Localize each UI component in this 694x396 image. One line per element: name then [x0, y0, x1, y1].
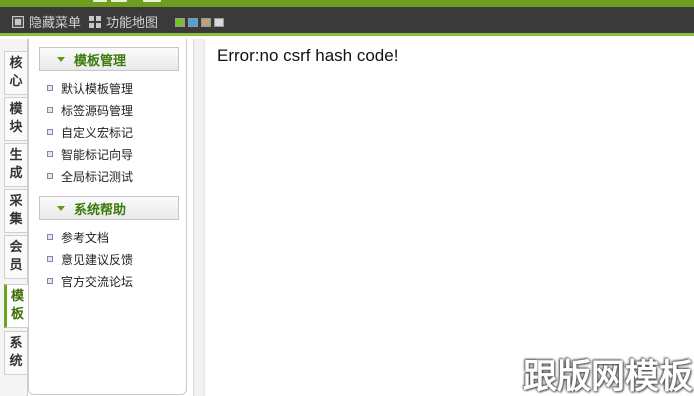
- skin-swatch-gray[interactable]: [214, 18, 224, 27]
- tab-generate-char1: 生: [9, 148, 23, 163]
- top-strip: [0, 0, 694, 7]
- bullet-icon: [47, 129, 53, 135]
- menu-item-label: 自定义宏标记: [61, 125, 134, 140]
- tab-modules[interactable]: 模 块: [4, 97, 27, 141]
- skin-swatch-green[interactable]: [175, 18, 185, 27]
- section-header-template-management[interactable]: 模板管理: [39, 47, 179, 71]
- tab-system-char2: 统: [9, 354, 23, 369]
- error-message: Error:no csrf hash code!: [217, 46, 399, 65]
- menu-item-label: 官方交流论坛: [61, 274, 134, 289]
- tab-members-char2: 员: [9, 258, 23, 273]
- tab-collect-char1: 采: [9, 194, 23, 209]
- tab-system-char1: 系: [9, 336, 23, 351]
- menu-item-tag-source[interactable]: 标签源码管理: [47, 100, 133, 120]
- menu-item-label: 全局标记测试: [61, 169, 134, 184]
- bullet-icon: [47, 107, 53, 113]
- sitemap-grid-icon: [89, 15, 101, 28]
- tab-members[interactable]: 会 员: [4, 235, 27, 279]
- tab-collect-char2: 集: [9, 212, 23, 227]
- tab-members-char1: 会: [9, 240, 23, 255]
- panel-splitter[interactable]: [193, 39, 205, 396]
- hide-menu-icon: [12, 15, 24, 28]
- vertical-tab-bar: 核 心 模 块 生 成 采 集 会 员 模 板 系 统: [0, 39, 28, 396]
- watermark-logo: 跟版网模板: [523, 357, 693, 396]
- menu-item-global-tag-test[interactable]: 全局标记测试: [47, 166, 133, 186]
- menu-item-label: 参考文档: [61, 230, 110, 245]
- menu-item-label: 意见建议反馈: [61, 252, 134, 267]
- tab-generate[interactable]: 生 成: [4, 143, 27, 187]
- tab-core-char1: 核: [9, 56, 23, 71]
- menu-item-label: 默认模板管理: [61, 81, 134, 96]
- menu-item-label: 智能标记向导: [61, 147, 134, 162]
- tab-core[interactable]: 核 心: [4, 51, 27, 95]
- hide-menu-label: 隐藏菜单: [29, 16, 82, 31]
- menu-item-feedback[interactable]: 意见建议反馈: [47, 249, 133, 269]
- skin-switcher: [175, 18, 224, 27]
- tab-modules-char2: 块: [9, 120, 23, 135]
- menu-item-default-templates[interactable]: 默认模板管理: [47, 78, 133, 98]
- menu-item-custom-macro[interactable]: 自定义宏标记: [47, 122, 133, 142]
- tab-templates[interactable]: 模 板: [4, 284, 28, 328]
- tab-modules-char1: 模: [9, 102, 23, 117]
- tab-generate-char2: 成: [9, 166, 23, 181]
- skin-swatch-tan[interactable]: [201, 18, 211, 27]
- menu-item-reference-docs[interactable]: 参考文档: [47, 227, 109, 247]
- menu-item-label: 标签源码管理: [61, 103, 134, 118]
- bullet-icon: [47, 151, 53, 157]
- tab-system[interactable]: 系 统: [4, 331, 27, 375]
- menu-panel: 模板管理 默认模板管理 标签源码管理 自定义宏标记 智能标记向导 全局标记测试 …: [28, 39, 187, 395]
- collapse-arrow-icon: [57, 56, 65, 62]
- skin-swatch-blue[interactable]: [188, 18, 198, 27]
- bullet-icon: [47, 256, 53, 262]
- bullet-icon: [47, 173, 53, 179]
- menu-item-smart-tag-wizard[interactable]: 智能标记向导: [47, 144, 133, 164]
- bullet-icon: [47, 234, 53, 240]
- tab-templates-char1: 模: [10, 289, 24, 304]
- section-header-system-help[interactable]: 系统帮助: [39, 196, 179, 220]
- bullet-icon: [47, 85, 53, 91]
- bullet-icon: [47, 278, 53, 284]
- section-title: 系统帮助: [74, 202, 127, 218]
- logo-fragment: [93, 0, 163, 4]
- sitemap-label: 功能地图: [106, 16, 159, 31]
- collapse-arrow-icon: [57, 205, 65, 211]
- menu-item-official-forum[interactable]: 官方交流论坛: [47, 271, 133, 291]
- tab-templates-char2: 板: [10, 307, 24, 322]
- hide-menu-button[interactable]: 隐藏菜单: [12, 7, 81, 36]
- main-content: Error:no csrf hash code!: [206, 39, 694, 396]
- sitemap-button[interactable]: 功能地图: [89, 7, 158, 36]
- tab-collect[interactable]: 采 集: [4, 189, 27, 233]
- tab-core-char2: 心: [9, 74, 23, 89]
- top-toolbar: 隐藏菜单 功能地图: [0, 7, 694, 36]
- section-title: 模板管理: [74, 53, 127, 69]
